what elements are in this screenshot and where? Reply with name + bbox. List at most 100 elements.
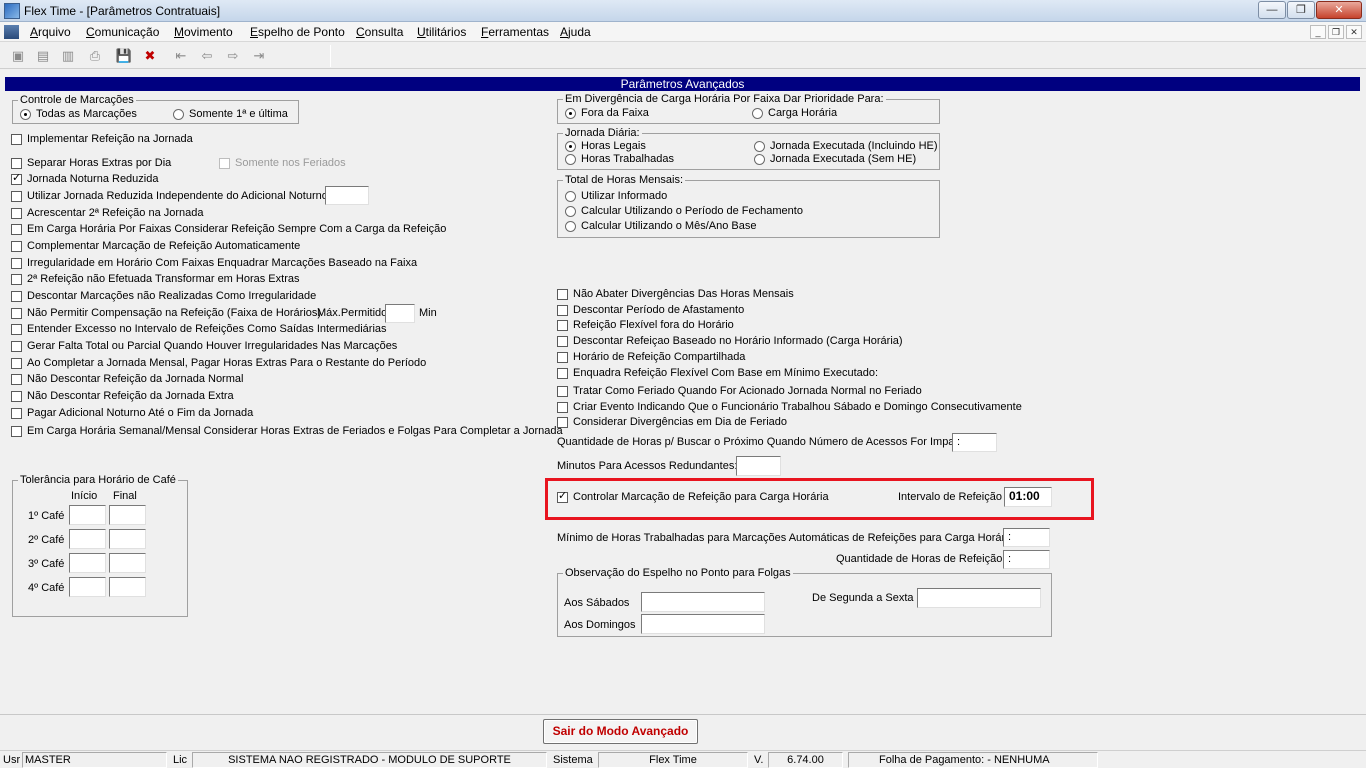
check-nao-abater-divergencias[interactable]: Não Abater Divergências Das Horas Mensai…	[557, 288, 794, 301]
check-nao-descontar-normal[interactable]: Não Descontar Refeição da Jornada Normal	[11, 373, 243, 386]
check-excesso-intervalo[interactable]: Entender Excesso no Intervalo de Refeiçõ…	[11, 323, 387, 336]
cafe-4-inicio-input[interactable]	[69, 577, 106, 597]
checkbox[interactable]	[557, 289, 568, 300]
jornada-reduzida-input[interactable]	[325, 186, 369, 205]
checkbox[interactable]	[11, 258, 22, 269]
check-implementar-refeicao[interactable]: Implementar Refeição na Jornada	[11, 133, 193, 146]
radio-carga-horaria[interactable]: Carga Horária	[752, 107, 837, 120]
sabados-input[interactable]	[641, 592, 765, 612]
check-carga-horaria-faixas-refeicao[interactable]: Em Carga Horária Por Faixas Considerar R…	[11, 223, 446, 236]
radio-button[interactable]	[754, 141, 765, 152]
check-refeicao-flexivel-fora[interactable]: Refeição Flexível fora do Horário	[557, 319, 734, 332]
radio-horas-trabalhadas[interactable]: Horas Trabalhadas	[565, 153, 674, 166]
print-icon[interactable]: ⎙	[86, 47, 104, 65]
radio-periodo-fechamento[interactable]: Calcular Utilizando o Período de Fechame…	[565, 205, 803, 218]
checkbox[interactable]	[11, 374, 22, 385]
check-adicional-noturno[interactable]: Pagar Adicional Noturno Até o Fim da Jor…	[11, 407, 253, 420]
intervalo-refeicao-input[interactable]: 01:00	[1004, 487, 1052, 507]
minutos-redundantes-input[interactable]	[736, 456, 781, 476]
checkbox[interactable]	[557, 305, 568, 316]
radio-button[interactable]	[173, 109, 184, 120]
check-nao-descontar-extra[interactable]: Não Descontar Refeição da Jornada Extra	[11, 390, 234, 403]
checkbox[interactable]	[11, 391, 22, 402]
radio-mes-ano-base[interactable]: Calcular Utilizando o Mês/Ano Base	[565, 220, 756, 233]
checkbox[interactable]	[11, 358, 22, 369]
close-button[interactable]: ✕	[1316, 1, 1362, 19]
check-divergencias-feriado[interactable]: Considerar Divergências em Dia de Feriad…	[557, 416, 787, 429]
check-gerar-falta[interactable]: Gerar Falta Total ou Parcial Quando Houv…	[11, 340, 397, 353]
checkbox[interactable]	[557, 417, 568, 428]
checkbox[interactable]	[557, 490, 568, 503]
cafe-3-inicio-input[interactable]	[69, 553, 106, 573]
radio-button[interactable]	[565, 108, 576, 119]
segunda-sexta-input[interactable]	[917, 588, 1041, 608]
menu-utilitarios[interactable]: Utilitários	[417, 25, 466, 39]
menu-arquivo[interactable]: Arquivo	[30, 25, 71, 39]
radio-button[interactable]	[565, 191, 576, 202]
radio-jornada-executada-sem-he[interactable]: Jornada Executada (Sem HE)	[754, 153, 916, 166]
radio-jornada-executada-incluindo-he[interactable]: Jornada Executada (Incluindo HE)	[754, 140, 938, 153]
checkbox[interactable]	[11, 291, 22, 302]
checkbox[interactable]	[11, 224, 22, 235]
quantidade-horas-buscar-input[interactable]: :	[952, 433, 997, 452]
checkbox[interactable]	[557, 352, 568, 363]
check-enquadra-refeicao-flexivel[interactable]: Enquadra Refeição Flexível Com Base em M…	[557, 367, 878, 380]
mdi-child-icon[interactable]	[4, 25, 19, 39]
check-complementar-marcacao-refeicao[interactable]: Complementar Marcação de Refeição Automa…	[11, 240, 300, 253]
radio-button[interactable]	[754, 154, 765, 165]
radio-button[interactable]	[752, 108, 763, 119]
edit-icon[interactable]: ▤	[34, 47, 52, 65]
menu-ajuda[interactable]: Ajuda	[560, 25, 591, 39]
checkbox[interactable]	[11, 274, 22, 285]
check-criar-evento-sabado-domingo[interactable]: Criar Evento Indicando Que o Funcionário…	[557, 401, 1022, 414]
checkbox[interactable]	[11, 172, 22, 185]
save-icon[interactable]: 💾	[115, 47, 133, 65]
last-icon[interactable]: ⇥	[250, 47, 268, 65]
cafe-2-final-input[interactable]	[109, 529, 146, 549]
check-descontar-marcacoes[interactable]: Descontar Marcações não Realizadas Como …	[11, 290, 316, 303]
menu-ferramentas[interactable]: Ferramentas	[481, 25, 549, 39]
checkbox[interactable]	[11, 134, 22, 145]
max-permitido-input[interactable]	[385, 304, 415, 323]
radio-horas-legais[interactable]: Horas Legais	[565, 140, 646, 153]
check-tratar-como-feriado[interactable]: Tratar Como Feriado Quando For Acionado …	[557, 385, 922, 398]
restore-button[interactable]: ❐	[1287, 1, 1315, 19]
check-segunda-refeicao-horas-extras[interactable]: 2ª Refeição não Efetuada Transformar em …	[11, 273, 299, 286]
check-nao-permitir-compensacao[interactable]: Não Permitir Compensação na Refeição (Fa…	[11, 307, 321, 320]
delete-icon[interactable]: ✖	[141, 47, 159, 65]
radio-button[interactable]	[565, 221, 576, 232]
checkbox[interactable]	[11, 408, 22, 419]
checkbox[interactable]	[11, 158, 22, 169]
checkbox[interactable]	[557, 386, 568, 397]
menu-espelho-de-ponto[interactable]: Espelho de Ponto	[250, 25, 345, 39]
checkbox[interactable]	[11, 308, 22, 319]
cafe-2-inicio-input[interactable]	[69, 529, 106, 549]
menu-comunicacao[interactable]: Comunicação	[86, 25, 159, 39]
cafe-3-final-input[interactable]	[109, 553, 146, 573]
minimo-horas-input[interactable]: :	[1003, 528, 1050, 547]
radio-fora-da-faixa[interactable]: Fora da Faixa	[565, 107, 649, 120]
check-separar-horas-extras[interactable]: Separar Horas Extras por Dia	[11, 157, 171, 170]
cafe-1-final-input[interactable]	[109, 505, 146, 525]
cafe-4-final-input[interactable]	[109, 577, 146, 597]
menu-movimento[interactable]: Movimento	[174, 25, 233, 39]
radio-button[interactable]	[565, 154, 576, 165]
check-refeicao-compartilhada[interactable]: Horário de Refeição Compartilhada	[557, 351, 745, 364]
cafe-1-inicio-input[interactable]	[69, 505, 106, 525]
radio-somente-primeira-ultima[interactable]: Somente 1ª e última	[173, 108, 288, 121]
mdi-restore-button[interactable]: ❐	[1328, 25, 1344, 39]
checkbox[interactable]	[11, 191, 22, 202]
checkbox[interactable]	[557, 336, 568, 347]
checkbox[interactable]	[11, 324, 22, 335]
check-descontar-refeicao-informado[interactable]: Descontar Refeiçao Baseado no Horário In…	[557, 335, 903, 348]
checkbox[interactable]	[557, 320, 568, 331]
next-icon[interactable]: ⇨	[224, 47, 242, 65]
radio-utilizar-informado[interactable]: Utilizar Informado	[565, 190, 667, 203]
check-descontar-afastamento[interactable]: Descontar Período de Afastamento	[557, 304, 744, 317]
checkbox[interactable]	[219, 158, 230, 169]
radio-button[interactable]	[20, 109, 31, 120]
copy-icon[interactable]: ▥	[59, 47, 77, 65]
exit-advanced-mode-button[interactable]: Sair do Modo Avançado	[543, 719, 698, 744]
radio-button[interactable]	[565, 206, 576, 217]
mdi-close-button[interactable]: ✕	[1346, 25, 1362, 39]
